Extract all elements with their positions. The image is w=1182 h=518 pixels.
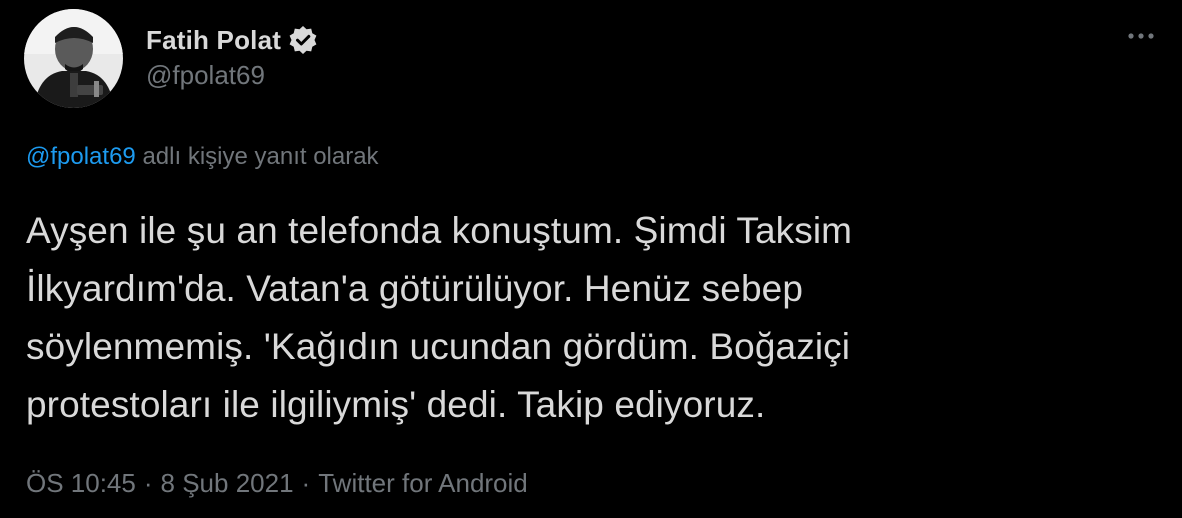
tweet-text-line: İlkyardım'da. Vatan'a götürülüyor. Henüz… (26, 268, 803, 309)
tweet-text-line: Ayşen ile şu an telefonda konuştum. Şimd… (26, 210, 853, 251)
tweet-text: Ayşen ile şu an telefonda konuştum. Şimd… (26, 202, 1146, 434)
tweet-text-line: protestoları ile ilgiliymiş' dedi. Takip… (26, 384, 766, 425)
tweet-meta: ÖS 10:45 · 8 Şub 2021 · Twitter for Android (26, 468, 528, 499)
reply-mention-link[interactable]: @fpolat69 (26, 143, 136, 170)
verified-badge-icon (287, 24, 319, 56)
reply-context-text: adlı kişiye yanıt olarak (135, 143, 379, 170)
tweet-text-line: söylenmemiş. 'Kağıdın ucundan gördüm. Bo… (26, 326, 851, 367)
tweet-date[interactable]: 8 Şub 2021 (161, 468, 294, 498)
author-display-name[interactable]: Fatih Polat (146, 25, 281, 56)
avatar[interactable] (24, 9, 123, 108)
meta-separator: · (143, 468, 153, 498)
reply-context: @fpolat69 adlı kişiye yanıt olarak (26, 143, 379, 171)
more-horizontal-icon[interactable] (1124, 24, 1158, 48)
author-row: Fatih Polat (146, 20, 319, 60)
tweet-source[interactable]: Twitter for Android (318, 468, 528, 498)
avatar-photo (24, 9, 123, 108)
meta-separator: · (301, 468, 311, 498)
tweet-time[interactable]: ÖS 10:45 (26, 468, 136, 498)
author-handle[interactable]: @fpolat69 (146, 60, 265, 91)
